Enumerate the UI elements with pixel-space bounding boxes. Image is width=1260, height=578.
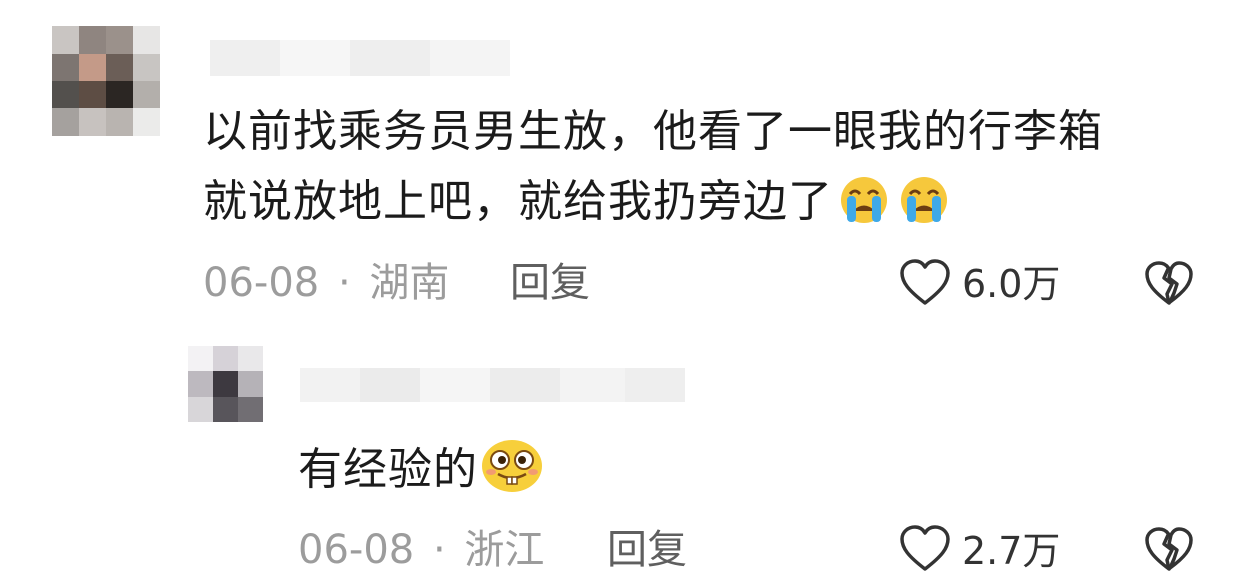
comment-text-segment: 就说放地上吧，就给我扔旁边了	[203, 176, 833, 227]
heart-icon[interactable]	[898, 258, 952, 308]
comment-meta: 06-08 · 湖南	[203, 259, 449, 307]
crying-face-emoji	[895, 174, 953, 241]
reply-button[interactable]: 回复	[607, 526, 687, 574]
reply-button[interactable]: 回复	[510, 259, 590, 307]
like-button[interactable]	[898, 524, 952, 578]
like-count: 6.0万	[962, 262, 1061, 306]
meta-separator: ·	[337, 260, 351, 306]
avatar[interactable]	[52, 26, 160, 136]
comment-text-line: 以前找乘务员男生放，他看了一眼我的行李箱	[203, 106, 1103, 157]
like-count: 2.7万	[962, 529, 1061, 573]
heart-icon[interactable]	[898, 524, 952, 574]
broken-heart-icon[interactable]	[1143, 526, 1195, 574]
comment-text-line: 有经验的	[298, 438, 544, 509]
comment-meta: 06-08 · 浙江	[298, 526, 544, 574]
username-blurred[interactable]	[300, 368, 685, 402]
username-blurred[interactable]	[210, 40, 510, 76]
comment-date: 06-08	[203, 260, 320, 306]
dislike-button[interactable]	[1143, 526, 1195, 578]
comment-location: 湖南	[369, 260, 450, 306]
like-button[interactable]	[898, 258, 952, 312]
comment-text-line: 就说放地上吧，就给我扔旁边了	[203, 173, 953, 241]
crying-face-emoji	[835, 174, 893, 241]
broken-heart-icon[interactable]	[1143, 260, 1195, 308]
avatar[interactable]	[188, 346, 263, 422]
dislike-button[interactable]	[1143, 260, 1195, 312]
meta-separator: ·	[432, 527, 446, 573]
comment-date: 06-08	[298, 527, 415, 573]
grinning-buck-teeth-emoji	[480, 438, 544, 509]
comment-text-segment: 有经验的	[298, 444, 478, 495]
comment-location: 浙江	[464, 527, 545, 573]
